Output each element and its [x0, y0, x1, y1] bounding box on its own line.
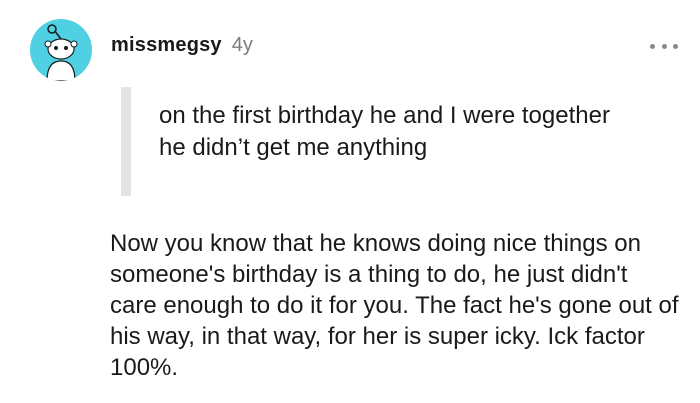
comment-header: missmegsy 4y [111, 34, 253, 64]
avatar[interactable] [30, 19, 92, 81]
more-options-icon [673, 43, 678, 49]
comment-body: Now you know that he knows doing nice th… [110, 230, 679, 381]
more-options-icon [650, 43, 655, 49]
blockquote-bar [121, 87, 131, 196]
reddit-snoo-icon [44, 24, 78, 81]
username-link[interactable]: missmegsy [111, 34, 222, 57]
comment: missmegsy 4y on the first birthday he an… [0, 0, 700, 403]
more-options-icon [661, 43, 667, 49]
blockquote: on the first birthday he and I were toge… [121, 87, 641, 196]
more-options-button[interactable] [650, 36, 678, 56]
quote-text: on the first birthday he and I were toge… [159, 102, 610, 161]
timestamp: 4y [231, 34, 253, 56]
